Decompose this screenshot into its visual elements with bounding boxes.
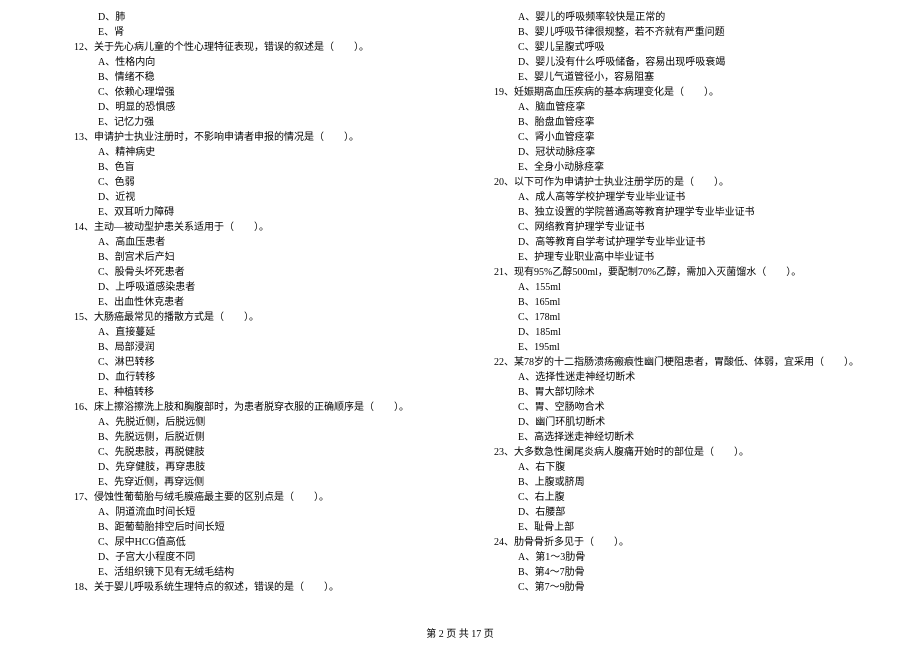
option-line: C、依赖心理增强 bbox=[50, 85, 450, 100]
option-line: A、成人高等学校护理学专业毕业证书 bbox=[470, 190, 870, 205]
option-line: E、肾 bbox=[50, 25, 450, 40]
option-line: D、子宫大小程度不同 bbox=[50, 550, 450, 565]
option-line: E、195ml bbox=[470, 340, 870, 355]
option-line: D、高等教育自学考试护理学专业毕业证书 bbox=[470, 235, 870, 250]
option-line: D、右腰部 bbox=[470, 505, 870, 520]
left-column: D、肺E、肾12、关于先心病儿童的个性心理特征表现，错误的叙述是（ ）。A、性格… bbox=[40, 10, 460, 595]
question-line: 12、关于先心病儿童的个性心理特征表现，错误的叙述是（ ）。 bbox=[50, 40, 450, 55]
page-footer: 第 2 页 共 17 页 bbox=[0, 625, 920, 640]
option-line: E、婴儿气道管径小，容易阻塞 bbox=[470, 70, 870, 85]
option-line: E、护理专业职业高中毕业证书 bbox=[470, 250, 870, 265]
option-line: E、种植转移 bbox=[50, 385, 450, 400]
option-line: E、活组织镜下见有无绒毛结构 bbox=[50, 565, 450, 580]
option-line: B、剖宫术后产妇 bbox=[50, 250, 450, 265]
option-line: C、网络教育护理学专业证书 bbox=[470, 220, 870, 235]
option-line: B、上腹或脐周 bbox=[470, 475, 870, 490]
option-line: D、185ml bbox=[470, 325, 870, 340]
question-line: 20、以下可作为申请护士执业注册学历的是（ ）。 bbox=[470, 175, 870, 190]
option-line: C、胃、空肠吻合术 bbox=[470, 400, 870, 415]
option-line: B、情绪不稳 bbox=[50, 70, 450, 85]
option-line: C、第7～9肋骨 bbox=[470, 580, 870, 595]
option-line: B、第4～7肋骨 bbox=[470, 565, 870, 580]
option-line: B、胃大部切除术 bbox=[470, 385, 870, 400]
option-line: D、婴儿没有什么呼吸储备，容易出现呼吸衰竭 bbox=[470, 55, 870, 70]
option-line: A、直接蔓延 bbox=[50, 325, 450, 340]
option-line: C、婴儿呈腹式呼吸 bbox=[470, 40, 870, 55]
option-line: C、色弱 bbox=[50, 175, 450, 190]
option-line: C、尿中HCG值高低 bbox=[50, 535, 450, 550]
question-line: 15、大肠癌最常见的播散方式是（ ）。 bbox=[50, 310, 450, 325]
exam-page: D、肺E、肾12、关于先心病儿童的个性心理特征表现，错误的叙述是（ ）。A、性格… bbox=[0, 0, 920, 595]
option-line: B、独立设置的学院普通高等教育护理学专业毕业证书 bbox=[470, 205, 870, 220]
question-line: 17、侵蚀性葡萄胎与绒毛膜癌最主要的区别点是（ ）。 bbox=[50, 490, 450, 505]
option-line: A、选择性迷走神经切断术 bbox=[470, 370, 870, 385]
option-line: C、右上腹 bbox=[470, 490, 870, 505]
question-line: 18、关于婴儿呼吸系统生理特点的叙述，错误的是（ ）。 bbox=[50, 580, 450, 595]
option-line: B、距葡萄胎排空后时间长短 bbox=[50, 520, 450, 535]
option-line: A、右下腹 bbox=[470, 460, 870, 475]
question-line: 16、床上擦浴擦洗上肢和胸腹部时，为患者脱穿衣服的正确顺序是（ ）。 bbox=[50, 400, 450, 415]
option-line: B、胎盘血管痉挛 bbox=[470, 115, 870, 130]
option-line: E、全身小动脉痉挛 bbox=[470, 160, 870, 175]
question-line: 19、妊娠期高血压疾病的基本病理变化是（ ）。 bbox=[470, 85, 870, 100]
option-line: A、高血压患者 bbox=[50, 235, 450, 250]
question-line: 23、大多数急性阑尾炎病人腹痛开始时的部位是（ ）。 bbox=[470, 445, 870, 460]
option-line: E、先穿近侧，再穿远侧 bbox=[50, 475, 450, 490]
option-line: E、高选择迷走神经切断术 bbox=[470, 430, 870, 445]
option-line: D、幽门环肌切断术 bbox=[470, 415, 870, 430]
option-line: E、双耳听力障碍 bbox=[50, 205, 450, 220]
option-line: D、先穿健肢，再穿患肢 bbox=[50, 460, 450, 475]
option-line: D、近视 bbox=[50, 190, 450, 205]
option-line: A、第1～3肋骨 bbox=[470, 550, 870, 565]
right-column: A、婴儿的呼吸频率较快是正常的B、婴儿呼吸节律很规整，若不齐就有严重问题C、婴儿… bbox=[460, 10, 880, 595]
option-line: E、记忆力强 bbox=[50, 115, 450, 130]
option-line: D、明显的恐惧感 bbox=[50, 100, 450, 115]
option-line: D、上呼吸道感染患者 bbox=[50, 280, 450, 295]
option-line: A、155ml bbox=[470, 280, 870, 295]
option-line: D、冠状动脉痉挛 bbox=[470, 145, 870, 160]
option-line: B、婴儿呼吸节律很规整，若不齐就有严重问题 bbox=[470, 25, 870, 40]
option-line: B、先脱远侧，后脱近侧 bbox=[50, 430, 450, 445]
option-line: C、淋巴转移 bbox=[50, 355, 450, 370]
option-line: B、165ml bbox=[470, 295, 870, 310]
question-line: 21、现有95%乙醇500ml，要配制70%乙醇，需加入灭菌馏水（ ）。 bbox=[470, 265, 870, 280]
option-line: A、精神病史 bbox=[50, 145, 450, 160]
option-line: C、先脱患肢，再脱健肢 bbox=[50, 445, 450, 460]
question-line: 14、主动—被动型护患关系适用于（ ）。 bbox=[50, 220, 450, 235]
question-line: 22、某78岁的十二指肠溃疡瘢痕性幽门梗阻患者，胃酸低、体弱，宜采用（ ）。 bbox=[470, 355, 870, 370]
option-line: A、先脱近侧，后脱远侧 bbox=[50, 415, 450, 430]
question-line: 13、申请护士执业注册时，不影响申请者申报的情况是（ ）。 bbox=[50, 130, 450, 145]
option-line: E、出血性休克患者 bbox=[50, 295, 450, 310]
option-line: D、血行转移 bbox=[50, 370, 450, 385]
option-line: A、性格内向 bbox=[50, 55, 450, 70]
question-line: 24、肋骨骨折多见于（ ）。 bbox=[470, 535, 870, 550]
option-line: E、耻骨上部 bbox=[470, 520, 870, 535]
option-line: A、婴儿的呼吸频率较快是正常的 bbox=[470, 10, 870, 25]
option-line: A、脑血管痉挛 bbox=[470, 100, 870, 115]
option-line: C、肾小血管痉挛 bbox=[470, 130, 870, 145]
option-line: C、股骨头坏死患者 bbox=[50, 265, 450, 280]
option-line: D、肺 bbox=[50, 10, 450, 25]
option-line: B、局部浸润 bbox=[50, 340, 450, 355]
option-line: C、178ml bbox=[470, 310, 870, 325]
option-line: B、色盲 bbox=[50, 160, 450, 175]
option-line: A、阴道流血时间长短 bbox=[50, 505, 450, 520]
